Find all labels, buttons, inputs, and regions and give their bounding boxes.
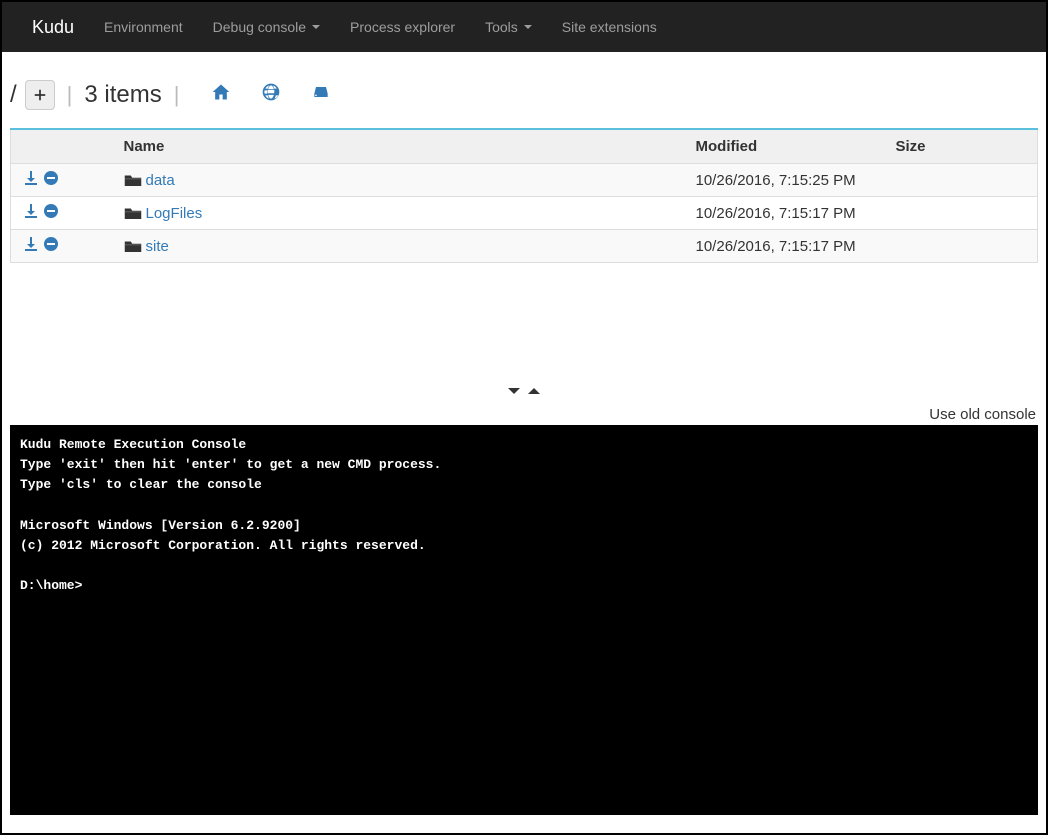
- modified-cell: 10/26/2016, 7:15:17 PM: [688, 230, 888, 263]
- folder-link[interactable]: LogFiles: [146, 205, 203, 222]
- header-actions: [11, 129, 116, 164]
- header-modified: Modified: [688, 129, 888, 164]
- nav-label: Site extensions: [562, 19, 657, 35]
- delete-icon[interactable]: [43, 236, 59, 256]
- table-row: LogFiles 10/26/2016, 7:15:17 PM: [11, 197, 1038, 230]
- console-output[interactable]: Kudu Remote Execution Console Type 'exit…: [10, 425, 1038, 815]
- download-icon[interactable]: [23, 170, 39, 190]
- breadcrumb-bar: / | 3 items |: [10, 52, 1038, 128]
- separator: |: [174, 82, 180, 108]
- delete-icon[interactable]: [43, 170, 59, 190]
- download-icon[interactable]: [23, 236, 39, 256]
- separator: |: [67, 82, 73, 108]
- nav-label: Debug console: [213, 19, 306, 35]
- nav-debug-console[interactable]: Debug console: [198, 4, 335, 50]
- header-name: Name: [116, 129, 688, 164]
- nav-site-extensions[interactable]: Site extensions: [547, 4, 672, 50]
- size-cell: [888, 230, 1038, 263]
- folder-link[interactable]: data: [146, 172, 175, 189]
- size-cell: [888, 164, 1038, 197]
- modified-cell: 10/26/2016, 7:15:17 PM: [688, 197, 888, 230]
- folder-link[interactable]: site: [146, 238, 169, 255]
- table-row: data 10/26/2016, 7:15:25 PM: [11, 164, 1038, 197]
- file-table: Name Modified Size data 10/26/2016, 7:15:…: [10, 128, 1038, 263]
- table-row: site 10/26/2016, 7:15:17 PM: [11, 230, 1038, 263]
- table-header-row: Name Modified Size: [11, 129, 1038, 164]
- panel-splitter[interactable]: [10, 383, 1038, 402]
- modified-cell: 10/26/2016, 7:15:25 PM: [688, 164, 888, 197]
- header-size: Size: [888, 129, 1038, 164]
- plus-icon: [33, 88, 47, 102]
- nav-label: Process explorer: [350, 19, 455, 35]
- caret-down-icon: [524, 25, 532, 29]
- home-icon[interactable]: [211, 81, 231, 109]
- nav-environment[interactable]: Environment: [89, 4, 198, 50]
- download-icon[interactable]: [23, 203, 39, 223]
- item-count: 3 items: [84, 81, 161, 109]
- nav-process-explorer[interactable]: Process explorer: [335, 4, 470, 50]
- globe-icon[interactable]: [261, 81, 281, 109]
- caret-down-icon: [312, 25, 320, 29]
- nav-tools[interactable]: Tools: [470, 4, 547, 50]
- brand-link[interactable]: Kudu: [17, 2, 89, 53]
- breadcrumb-root[interactable]: /: [10, 81, 17, 109]
- console-toggle-row: Use old console: [2, 402, 1046, 425]
- chevron-up-icon: [526, 383, 542, 399]
- use-old-console-link[interactable]: Use old console: [929, 406, 1036, 423]
- add-button[interactable]: [25, 80, 55, 110]
- folder-icon: [124, 206, 142, 220]
- folder-icon: [124, 239, 142, 253]
- navbar: Kudu Environment Debug console Process e…: [2, 2, 1046, 52]
- nav-label: Environment: [104, 19, 183, 35]
- disk-icon[interactable]: [311, 81, 331, 109]
- delete-icon[interactable]: [43, 203, 59, 223]
- folder-icon: [124, 173, 142, 187]
- size-cell: [888, 197, 1038, 230]
- nav-label: Tools: [485, 19, 518, 35]
- chevron-down-icon: [506, 383, 522, 399]
